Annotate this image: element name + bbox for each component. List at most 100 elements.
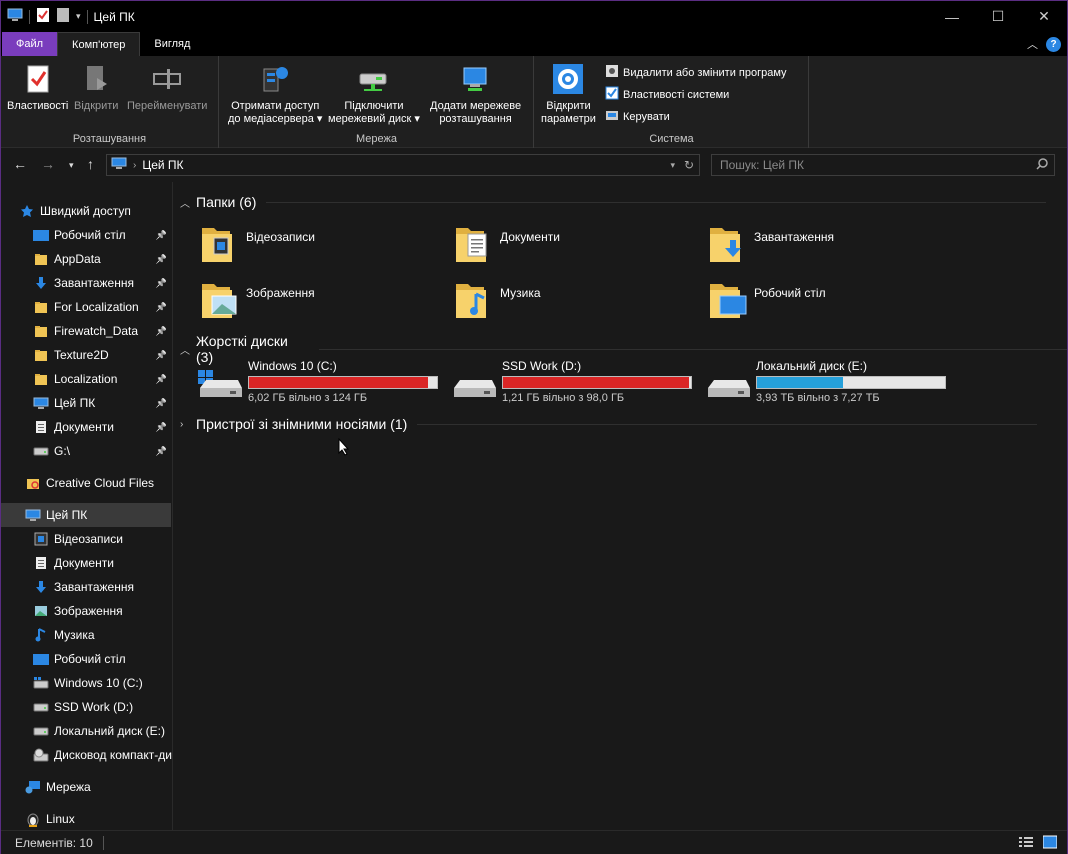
customize-dropdown-icon[interactable]: ▾ bbox=[76, 11, 81, 22]
folder-item[interactable]: Зображення bbox=[200, 278, 315, 323]
sidebar-item-pc[interactable]: Відеозаписи bbox=[1, 527, 171, 551]
pin-icon[interactable]: 📌 bbox=[156, 326, 167, 337]
sidebar-item-label: G:\ bbox=[54, 444, 71, 458]
pin-icon[interactable]: 📌 bbox=[156, 350, 167, 361]
sidebar-item-quick[interactable]: Цей ПК 📌 bbox=[1, 391, 171, 415]
status-bar: Елементів: 10 bbox=[1, 830, 1067, 854]
media-server-button[interactable]: Отримати доступ до медіасервера ▾ bbox=[228, 62, 322, 126]
folder-item[interactable]: Музика bbox=[454, 278, 541, 323]
sidebar-item-pc[interactable]: Документи bbox=[1, 551, 171, 575]
sidebar-item-quick[interactable]: G:\ 📌 bbox=[1, 439, 171, 463]
folder-item[interactable]: Робочий стіл bbox=[708, 278, 826, 323]
back-arrow-icon[interactable]: ← bbox=[13, 156, 27, 172]
sidebar-item-quick[interactable]: For Localization 📌 bbox=[1, 295, 171, 319]
breadcrumb-separator-icon: › bbox=[133, 159, 137, 171]
pin-icon[interactable]: 📌 bbox=[156, 374, 167, 385]
recent-locations-chevron-icon[interactable]: ▾ bbox=[69, 160, 74, 171]
pin-icon[interactable]: 📌 bbox=[156, 230, 167, 241]
sidebar-item-pc[interactable]: Дисковод компакт-диск bbox=[1, 743, 172, 767]
folder-item[interactable]: Завантаження bbox=[708, 222, 834, 267]
new-folder-icon[interactable] bbox=[56, 7, 70, 26]
uninstall-program-button[interactable]: Видалити або змінити програму bbox=[605, 64, 787, 81]
section-header-removable[interactable]: › Пристрої зі знімними носіями (1) bbox=[180, 416, 1038, 432]
documents-folder-icon bbox=[454, 222, 494, 267]
sidebar-item-quick[interactable]: Документи 📌 bbox=[1, 415, 171, 439]
manage-button[interactable]: Керувати bbox=[605, 108, 670, 125]
forward-arrow-icon[interactable]: → bbox=[41, 156, 55, 172]
close-button[interactable]: ✕ bbox=[1021, 1, 1067, 32]
refresh-icon[interactable]: ↻ bbox=[684, 158, 694, 172]
sidebar-item-pc[interactable]: Windows 10 (C:) bbox=[1, 671, 171, 695]
sidebar-item-linux[interactable]: Linux bbox=[1, 807, 171, 830]
map-drive-label-line2: мережевий диск ▾ bbox=[328, 113, 420, 125]
system-properties-button[interactable]: Властивості системи bbox=[605, 86, 729, 103]
details-view-icon[interactable] bbox=[1019, 836, 1033, 851]
sidebar-item-quick[interactable]: Завантаження 📌 bbox=[1, 271, 171, 295]
rename-button[interactable]: Перейменувати bbox=[127, 62, 207, 113]
pin-icon[interactable]: 📌 bbox=[156, 446, 167, 457]
properties-icon[interactable] bbox=[36, 7, 50, 26]
pin-icon[interactable]: 📌 bbox=[156, 278, 167, 289]
folder-item[interactable]: Документи bbox=[454, 222, 560, 267]
settings-gear-icon bbox=[552, 62, 584, 96]
minimize-button[interactable]: — bbox=[929, 1, 975, 32]
sidebar-item-label: Документи bbox=[54, 420, 114, 434]
explorer-window: ▾ Цей ПК — ☐ ✕ Файл Комп'ютер Вигляд ︿ ?… bbox=[0, 0, 1068, 854]
folder-label: Відеозаписи bbox=[246, 230, 315, 244]
drive-free-space: 6,02 ГБ вільно з 124 ГБ bbox=[248, 392, 368, 404]
open-button[interactable]: Відкрити bbox=[74, 62, 118, 113]
pin-icon[interactable]: 📌 bbox=[156, 422, 167, 433]
map-network-drive-button[interactable]: Підключити мережевий диск ▾ bbox=[328, 62, 420, 126]
group-label: Мережа bbox=[356, 133, 397, 145]
settings-label-line2: параметри bbox=[541, 113, 596, 125]
tab-computer[interactable]: Комп'ютер bbox=[57, 32, 141, 56]
collapse-ribbon-icon[interactable]: ︿ bbox=[1027, 36, 1038, 52]
expand-chevron-icon[interactable]: › bbox=[180, 419, 190, 430]
sidebar-item-pc[interactable]: SSD Work (D:) bbox=[1, 695, 171, 719]
pin-icon[interactable]: 📌 bbox=[156, 398, 167, 409]
drive-item[interactable]: Windows 10 (C:) 6,02 ГБ вільно з 124 ГБ bbox=[196, 358, 438, 405]
sidebar-item-this-pc[interactable]: Цей ПК bbox=[1, 503, 171, 527]
pin-icon[interactable]: 📌 bbox=[156, 302, 167, 313]
address-dropdown-icon[interactable]: ▾ bbox=[670, 160, 675, 171]
sidebar-item-quick[interactable]: Localization 📌 bbox=[1, 367, 171, 391]
open-settings-button[interactable]: Відкрити параметри bbox=[541, 62, 596, 126]
collapse-chevron-icon[interactable]: ︿ bbox=[180, 342, 190, 357]
maximize-button[interactable]: ☐ bbox=[975, 1, 1021, 32]
sidebar-item-quick[interactable]: Texture2D 📌 bbox=[1, 343, 171, 367]
properties-button[interactable]: Властивості bbox=[7, 62, 68, 113]
collapse-chevron-icon[interactable]: ︿ bbox=[180, 195, 190, 210]
search-input[interactable]: Пошук: Цей ПК bbox=[711, 154, 1055, 176]
address-bar[interactable]: › Цей ПК ▾ ↻ bbox=[106, 154, 700, 176]
tab-view[interactable]: Вигляд bbox=[140, 32, 204, 56]
pin-icon[interactable]: 📌 bbox=[156, 254, 167, 265]
sidebar-item-creative-cloud[interactable]: Creative Cloud Files bbox=[1, 471, 171, 495]
sidebar-item-pc[interactable]: Завантаження bbox=[1, 575, 171, 599]
group-label: Розташування bbox=[72, 133, 147, 145]
drive-item[interactable]: SSD Work (D:) 1,21 ГБ вільно з 98,0 ГБ bbox=[450, 358, 692, 405]
sidebar-item-quick[interactable]: AppData 📌 bbox=[1, 247, 171, 271]
tab-file[interactable]: Файл bbox=[2, 32, 58, 56]
sidebar-item-pc[interactable]: Локальний диск (E:) bbox=[1, 719, 171, 743]
drive-icon bbox=[33, 443, 49, 459]
add-network-location-button[interactable]: Додати мережеве розташування bbox=[430, 62, 521, 126]
sidebar-item-pc[interactable]: Робочий стіл bbox=[1, 647, 171, 671]
up-arrow-icon[interactable]: ↑ bbox=[87, 156, 94, 172]
folder-icon bbox=[33, 347, 49, 363]
folder-item[interactable]: Відеозаписи bbox=[200, 222, 315, 267]
drive-item[interactable]: Локальний диск (E:) 3,93 ТБ вільно з 7,27… bbox=[704, 358, 946, 405]
sidebar-item-quick[interactable]: Firewatch_Data 📌 bbox=[1, 319, 171, 343]
drive-name: Локальний диск (E:) bbox=[756, 359, 867, 373]
section-header-folders[interactable]: ︿ Папки (6) bbox=[180, 194, 1047, 210]
folder-label: Робочий стіл bbox=[754, 286, 826, 300]
uninstall-icon bbox=[605, 64, 619, 81]
sidebar-item-pc[interactable]: Зображення bbox=[1, 599, 171, 623]
breadcrumb-this-pc[interactable]: Цей ПК bbox=[142, 158, 183, 172]
sidebar-item-network[interactable]: Мережа bbox=[1, 775, 171, 799]
sidebar-item-pc[interactable]: Музика bbox=[1, 623, 171, 647]
sidebar-item-label: AppData bbox=[54, 252, 101, 266]
help-icon[interactable]: ? bbox=[1046, 36, 1061, 52]
sidebar-item-quick[interactable]: Робочий стіл 📌 bbox=[1, 223, 171, 247]
sidebar-item-quick-access[interactable]: Швидкий доступ bbox=[1, 199, 171, 223]
large-icons-view-icon[interactable] bbox=[1042, 835, 1058, 852]
